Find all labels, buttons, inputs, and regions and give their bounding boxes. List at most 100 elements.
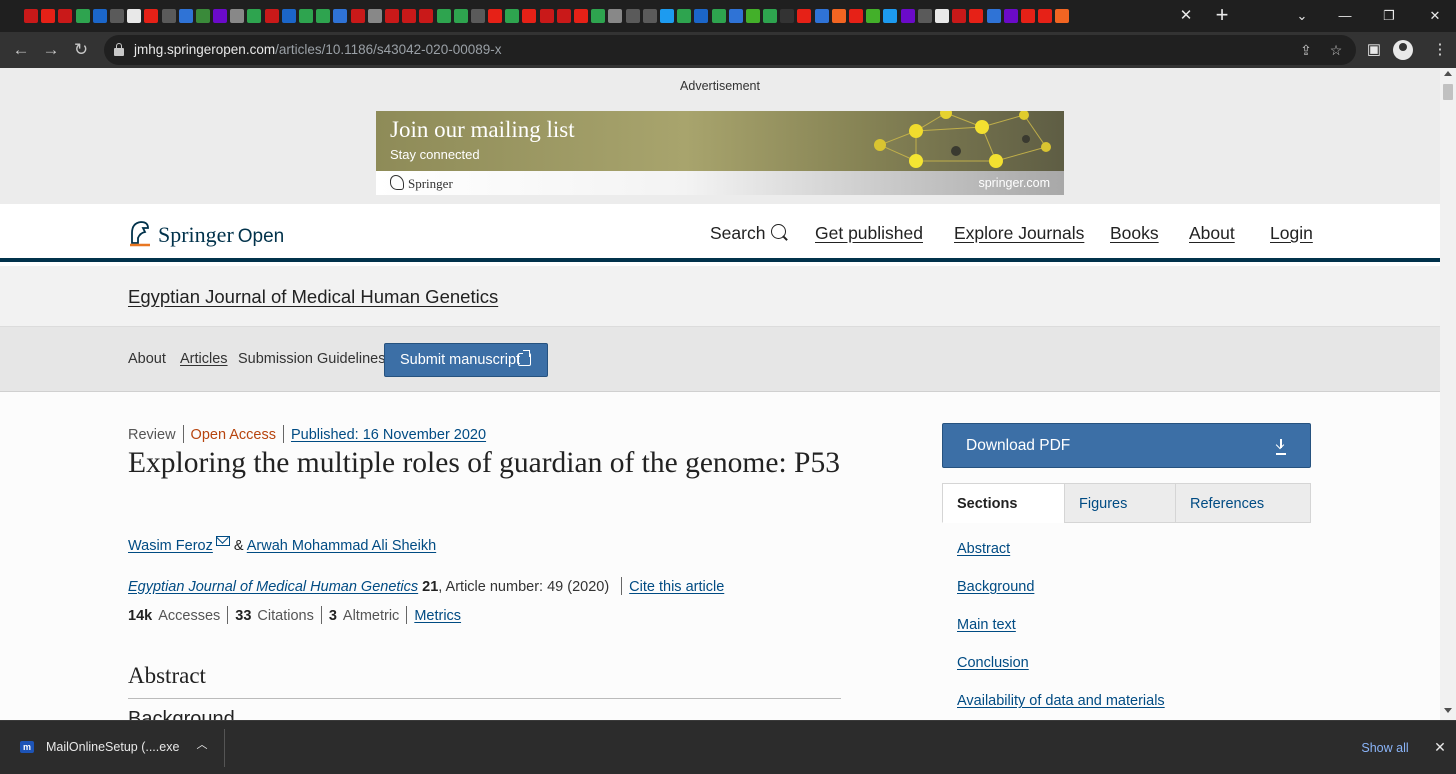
tab-favicon-icon[interactable] [144, 9, 159, 23]
back-arrow-icon[interactable]: ← [8, 37, 34, 63]
nav-about[interactable]: About [1189, 223, 1235, 244]
metrics-link[interactable]: Metrics [414, 608, 461, 624]
subnav-submission-guidelines[interactable]: Submission Guidelines [238, 351, 386, 367]
tab-favicon-icon[interactable] [539, 9, 554, 23]
tab-sections[interactable]: Sections [942, 483, 1065, 523]
tab-favicon-icon[interactable] [384, 9, 399, 23]
lock-icon[interactable] [114, 43, 124, 56]
subnav-articles[interactable]: Articles [180, 351, 228, 367]
tab-favicon-icon[interactable] [195, 9, 210, 23]
tab-favicon-icon[interactable] [831, 9, 846, 23]
published-date-link[interactable]: Published: 16 November 2020 [291, 427, 486, 443]
minimize-icon[interactable]: — [1333, 4, 1357, 28]
tab-favicon-icon[interactable] [1020, 9, 1035, 23]
toc-link-conclusion[interactable]: Conclusion [957, 655, 1029, 671]
toc-link-abstract[interactable]: Abstract [957, 541, 1010, 557]
toc-link-background[interactable]: Background [957, 579, 1034, 595]
tab-favicon-icon[interactable] [917, 9, 932, 23]
tab-favicon-icon[interactable] [333, 9, 348, 23]
nav-get-published[interactable]: Get published [815, 223, 923, 244]
tab-favicon-icon[interactable] [711, 9, 726, 23]
tab-favicon-icon[interactable] [934, 9, 949, 23]
download-file-name[interactable]: MailOnlineSetup (....exe [46, 740, 179, 754]
tab-favicon-icon[interactable] [642, 9, 657, 23]
cite-this-article-link[interactable]: Cite this article [629, 579, 724, 595]
subnav-about[interactable]: About [128, 351, 166, 367]
email-icon[interactable] [215, 536, 230, 546]
submit-manuscript-button[interactable]: Submit manuscript [384, 343, 548, 377]
side-panel-icon[interactable]: ▣ [1362, 38, 1386, 62]
tab-favicon-icon[interactable] [281, 9, 296, 23]
browser-menu-icon[interactable]: ⋮ [1428, 38, 1452, 62]
tab-favicon-icon[interactable] [470, 9, 485, 23]
tab-favicon-icon[interactable] [677, 9, 692, 23]
tab-figures[interactable]: Figures [1064, 483, 1176, 523]
header-search-button[interactable]: Search [710, 223, 789, 244]
tab-favicon-icon[interactable] [488, 9, 503, 23]
tab-favicon-icon[interactable] [264, 9, 279, 23]
scroll-thumb[interactable] [1443, 84, 1453, 100]
journal-title-link[interactable]: Egyptian Journal of Medical Human Geneti… [128, 286, 498, 308]
window-close-icon[interactable]: ✕ [1423, 4, 1447, 28]
scroll-up-arrow-icon[interactable] [1444, 71, 1452, 76]
tab-favicon-icon[interactable] [745, 9, 760, 23]
author-link[interactable]: Arwah Mohammad Ali Sheikh [247, 538, 436, 554]
tab-favicon-icon[interactable] [58, 9, 73, 23]
tab-favicon-icon[interactable] [694, 9, 709, 23]
ad-banner[interactable]: Join our mailing list Stay connected Spr… [376, 111, 1064, 195]
nav-login[interactable]: Login [1270, 223, 1313, 244]
bookmark-star-icon[interactable]: ☆ [1326, 40, 1346, 60]
author-link[interactable]: Wasim Feroz [128, 538, 213, 554]
tab-favicon-icon[interactable] [109, 9, 124, 23]
tab-favicon-icon[interactable] [522, 9, 537, 23]
address-bar[interactable]: jmhg.springeropen.com/articles/10.1186/s… [104, 35, 1356, 65]
close-download-shelf-icon[interactable]: ✕ [1431, 737, 1449, 757]
tab-favicon-icon[interactable] [814, 9, 829, 23]
maximize-icon[interactable]: ❐ [1377, 4, 1401, 28]
tab-favicon-icon[interactable] [350, 9, 365, 23]
tab-favicon-icon[interactable] [316, 9, 331, 23]
tab-favicon-icon[interactable] [41, 9, 56, 23]
url-text[interactable]: jmhg.springeropen.com/articles/10.1186/s… [134, 42, 501, 57]
tab-close-icon[interactable]: ✕ [1176, 6, 1196, 26]
tab-favicon-icon[interactable] [659, 9, 674, 23]
share-icon[interactable]: ⇪ [1296, 40, 1316, 60]
tab-favicon-icon[interactable] [127, 9, 142, 23]
forward-arrow-icon[interactable]: → [38, 37, 64, 63]
show-all-downloads-button[interactable]: Show all [1352, 738, 1418, 758]
tab-favicon-icon[interactable] [625, 9, 640, 23]
page-scrollbar[interactable] [1440, 68, 1456, 720]
tab-favicon-icon[interactable] [780, 9, 795, 23]
installer-file-icon[interactable]: m [20, 741, 34, 753]
tab-favicon-icon[interactable] [952, 9, 967, 23]
tab-favicon-icon[interactable] [505, 9, 520, 23]
tab-favicon-icon[interactable] [247, 9, 262, 23]
tab-favicon-icon[interactable] [230, 9, 245, 23]
tab-favicon-icon[interactable] [453, 9, 468, 23]
tab-references[interactable]: References [1175, 483, 1311, 523]
tab-favicon-icon[interactable] [969, 9, 984, 23]
tab-favicon-icon[interactable] [75, 9, 90, 23]
tab-favicon-icon[interactable] [986, 9, 1001, 23]
chevron-up-icon[interactable]: ︿ [195, 738, 209, 752]
nav-books[interactable]: Books [1110, 223, 1159, 244]
toc-link-availability[interactable]: Availability of data and materials [957, 693, 1165, 709]
tab-favicon-icon[interactable] [900, 9, 915, 23]
tab-favicon-icon[interactable] [436, 9, 451, 23]
tab-favicon-icon[interactable] [1038, 9, 1053, 23]
download-pdf-button[interactable]: Download PDF [942, 423, 1311, 468]
scroll-down-arrow-icon[interactable] [1444, 708, 1452, 713]
tab-favicon-icon[interactable] [763, 9, 778, 23]
reload-icon[interactable]: ↻ [68, 37, 94, 63]
tab-favicon-icon[interactable] [556, 9, 571, 23]
tab-favicon-icon[interactable] [367, 9, 382, 23]
tab-favicon-icon[interactable] [1055, 9, 1070, 23]
tab-favicon-icon[interactable] [299, 9, 313, 23]
tab-search-chevron-icon[interactable]: ⌄ [1290, 4, 1314, 28]
tab-favicon-icon[interactable] [24, 9, 38, 23]
tab-favicon-icon[interactable] [866, 9, 881, 23]
journal-name-link[interactable]: Egyptian Journal of Medical Human Geneti… [128, 579, 418, 595]
tab-favicon-icon[interactable] [92, 9, 107, 23]
tab-favicon-icon[interactable] [797, 9, 812, 23]
profile-avatar-icon[interactable] [1393, 40, 1413, 60]
